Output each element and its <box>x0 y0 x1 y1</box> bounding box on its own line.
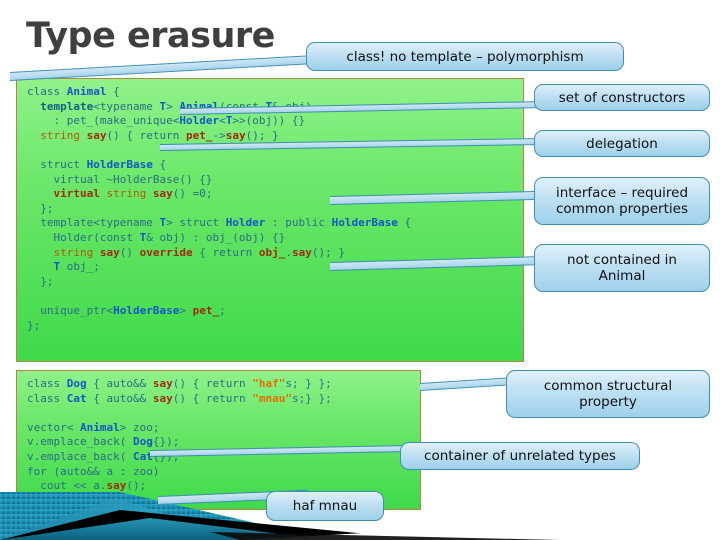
callout-container-of-unrelated-types[interactable]: container of unrelated types <box>400 442 640 470</box>
callout-interface-required[interactable]: interface – required common properties <box>534 177 710 225</box>
callout-not-contained-in-animal[interactable]: not contained in Animal <box>534 244 710 292</box>
code-line: string say() override { return obj_.say(… <box>27 245 345 259</box>
code-line: v.emplace_back( Dog{}); <box>27 435 180 449</box>
code-line: : pet_(make_unique<Holder<T>>(obj)) {} <box>27 114 306 128</box>
code-line: Holder(const T& obj) : obj_(obj) {} <box>27 230 286 244</box>
callout-delegation[interactable]: delegation <box>534 130 710 157</box>
code-line: }; <box>27 274 54 288</box>
code-line: }; <box>27 201 54 215</box>
callout-haf-mnau[interactable]: haf mnau <box>266 491 384 521</box>
code-line: string say() { return pet_->say(); } <box>27 128 279 142</box>
code-line: T obj_; <box>27 260 100 274</box>
callout-set-of-constructors[interactable]: set of constructors <box>534 84 710 111</box>
callout-common-structural-property[interactable]: common structural property <box>506 370 710 418</box>
code-line: class Animal { <box>27 85 120 98</box>
code-line: unique_ptr<HolderBase> pet_; <box>27 303 226 317</box>
code-line: virtual ~HolderBase() {} <box>27 172 213 186</box>
code-block-animal: class Animal { template<typename T> Anim… <box>16 78 524 362</box>
code-line: class Dog { auto&& say() { return "haf"s… <box>27 377 332 390</box>
code-line: class Cat { auto&& say() { return "mnau"… <box>27 391 332 405</box>
code-line: template<typename T> struct Holder : pub… <box>27 216 412 230</box>
callout-class-no-template[interactable]: class! no template – polymorphism <box>306 42 624 71</box>
code-line: vector< Animal> zoo; <box>27 420 160 434</box>
code-line: virtual string say() =0; <box>27 187 213 201</box>
code-line: for (auto&& a : zoo) <box>27 464 160 478</box>
code-line: struct HolderBase { <box>27 157 167 171</box>
code-line: }; <box>27 318 41 332</box>
slide-canvas: Type erasure class Animal { template<typ… <box>0 0 720 540</box>
page-title: Type erasure <box>26 16 275 56</box>
